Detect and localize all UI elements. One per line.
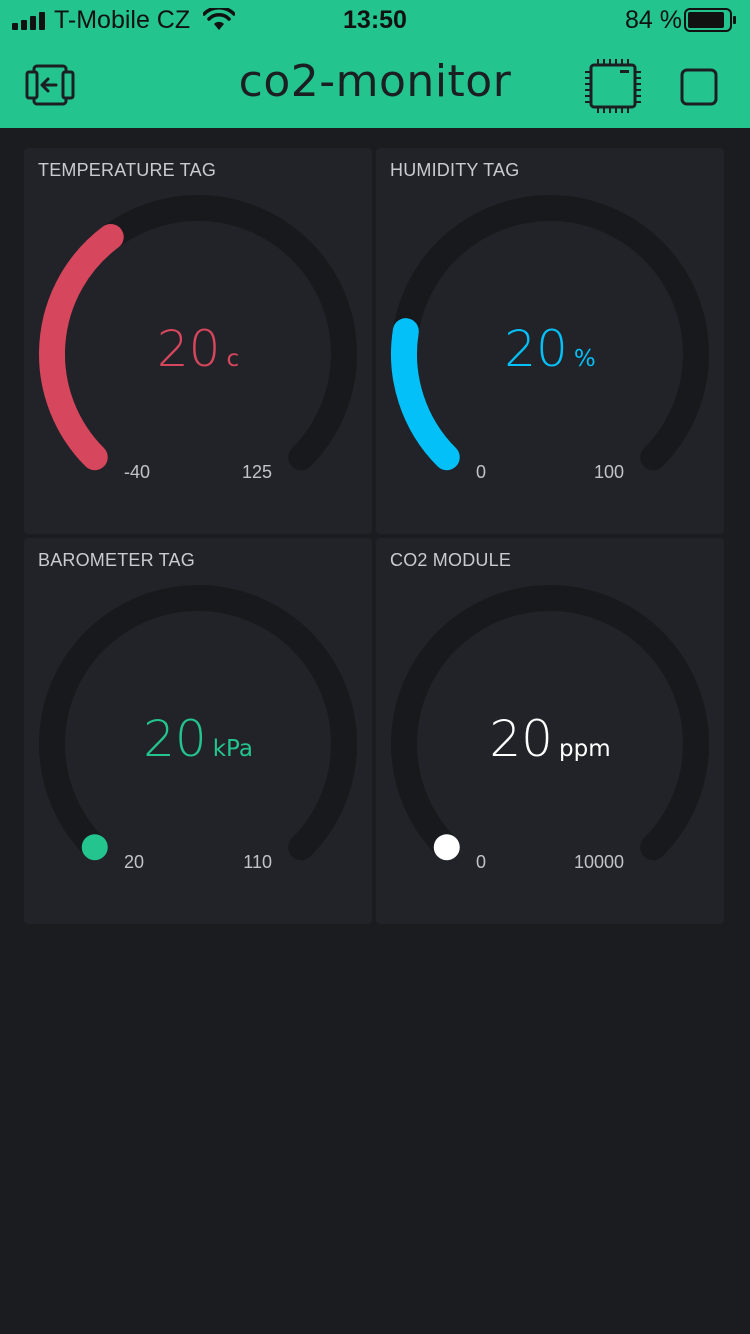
gauge-value-number: 20 bbox=[504, 320, 568, 378]
battery-icon bbox=[684, 8, 736, 32]
gauge-value: 20% bbox=[376, 320, 724, 378]
gauge-fill-dot bbox=[433, 834, 460, 861]
battery-percentage: 84 % bbox=[625, 6, 682, 34]
gauge-value-unit: % bbox=[573, 346, 596, 372]
gauge-max-label: 125 bbox=[241, 462, 272, 482]
gauge-value-unit: c bbox=[226, 346, 240, 372]
gauge-value: 20 c bbox=[24, 320, 372, 378]
gauge-value-number: 20 bbox=[156, 320, 221, 378]
gauge-widget-humidity[interactable]: HUMIDITY TAG 20% 0 100 bbox=[376, 148, 724, 534]
gauge-max-label: 100 bbox=[593, 462, 624, 482]
gauge-fill-dot bbox=[81, 834, 108, 861]
gauge-value-unit: kPa bbox=[212, 736, 253, 762]
gauge-value-number: 20 bbox=[489, 710, 553, 768]
gauge-value: 20 ppm bbox=[376, 710, 724, 768]
device-icon[interactable] bbox=[582, 58, 644, 114]
gauge-min-label: 0 bbox=[476, 852, 487, 872]
gauge-value-unit: ppm bbox=[559, 736, 611, 762]
gauge-widget-co2[interactable]: CO2 MODULE 20 ppm 0 10000 bbox=[376, 538, 724, 924]
status-bar: T-Mobile CZ 13:50 84 % bbox=[0, 0, 750, 40]
gauge-value-number: 20 bbox=[143, 710, 207, 768]
gauge-max-label: 10000 bbox=[573, 852, 624, 872]
gauge-min-label: -40 bbox=[124, 462, 151, 482]
gauge-max-label: 110 bbox=[243, 852, 272, 872]
gauge-widget-temperature[interactable]: TEMPERATURE TAG 20 c -40 125 bbox=[24, 148, 372, 534]
app-header: co2-monitor bbox=[0, 40, 750, 128]
gauge-min-label: 0 bbox=[476, 462, 487, 482]
gauge-widget-barometer[interactable]: BAROMETER TAG 20 kPa 20 110 bbox=[24, 538, 372, 924]
gauge-value: 20 kPa bbox=[24, 710, 372, 768]
play-icon[interactable] bbox=[680, 68, 718, 106]
gauge-min-label: 20 bbox=[124, 852, 145, 872]
